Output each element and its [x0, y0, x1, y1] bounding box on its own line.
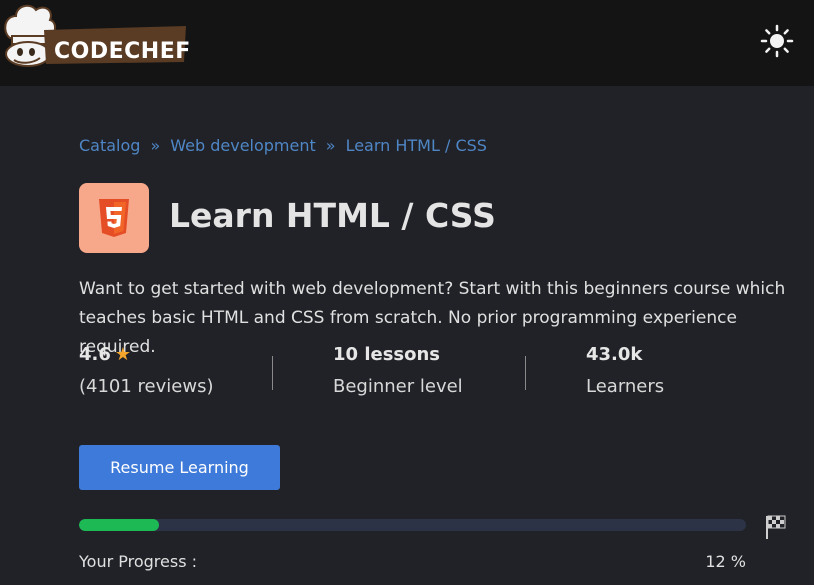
learners-count: 43.0k: [586, 344, 643, 365]
progress-percent: 12 %: [705, 552, 746, 571]
rating-stat: 4.6 ★ (4101 reviews): [79, 344, 213, 397]
course-icon: [79, 183, 149, 253]
progress-label: Your Progress :: [79, 552, 197, 571]
learners-label: Learners: [586, 376, 665, 397]
progress-bar: [79, 519, 746, 531]
reviews-count: (4101 reviews): [79, 376, 214, 397]
star-icon: ★: [114, 344, 132, 365]
finish-flag-icon: [766, 515, 786, 539]
html5-icon: [99, 199, 129, 237]
codechef-logo[interactable]: CODECHEF: [0, 2, 190, 68]
breadcrumb-separator: »: [325, 136, 336, 155]
page-title: Learn HTML / CSS: [169, 196, 496, 235]
breadcrumb-separator: »: [150, 136, 161, 155]
stat-divider: [525, 356, 526, 390]
progress-fill: [79, 519, 160, 531]
breadcrumb: Catalog » Web development » Learn HTML / CSS: [79, 136, 487, 155]
stat-divider: [272, 356, 273, 390]
rating-value: 4.6: [79, 344, 111, 365]
breadcrumb-catalog[interactable]: Catalog: [79, 136, 140, 155]
logo-text: CODECHEF: [54, 39, 190, 64]
top-bar: CODECHEF: [0, 0, 814, 86]
breadcrumb-current[interactable]: Learn HTML / CSS: [346, 136, 487, 155]
lessons-count: 10 lessons: [333, 344, 441, 365]
sun-icon[interactable]: [760, 24, 794, 58]
course-level: Beginner level: [333, 376, 463, 397]
resume-learning-button[interactable]: Resume Learning: [79, 445, 280, 490]
breadcrumb-web-development[interactable]: Web development: [170, 136, 316, 155]
learners-stat: 43.0k Learners: [586, 344, 664, 397]
lessons-stat: 10 lessons Beginner level: [333, 344, 463, 397]
